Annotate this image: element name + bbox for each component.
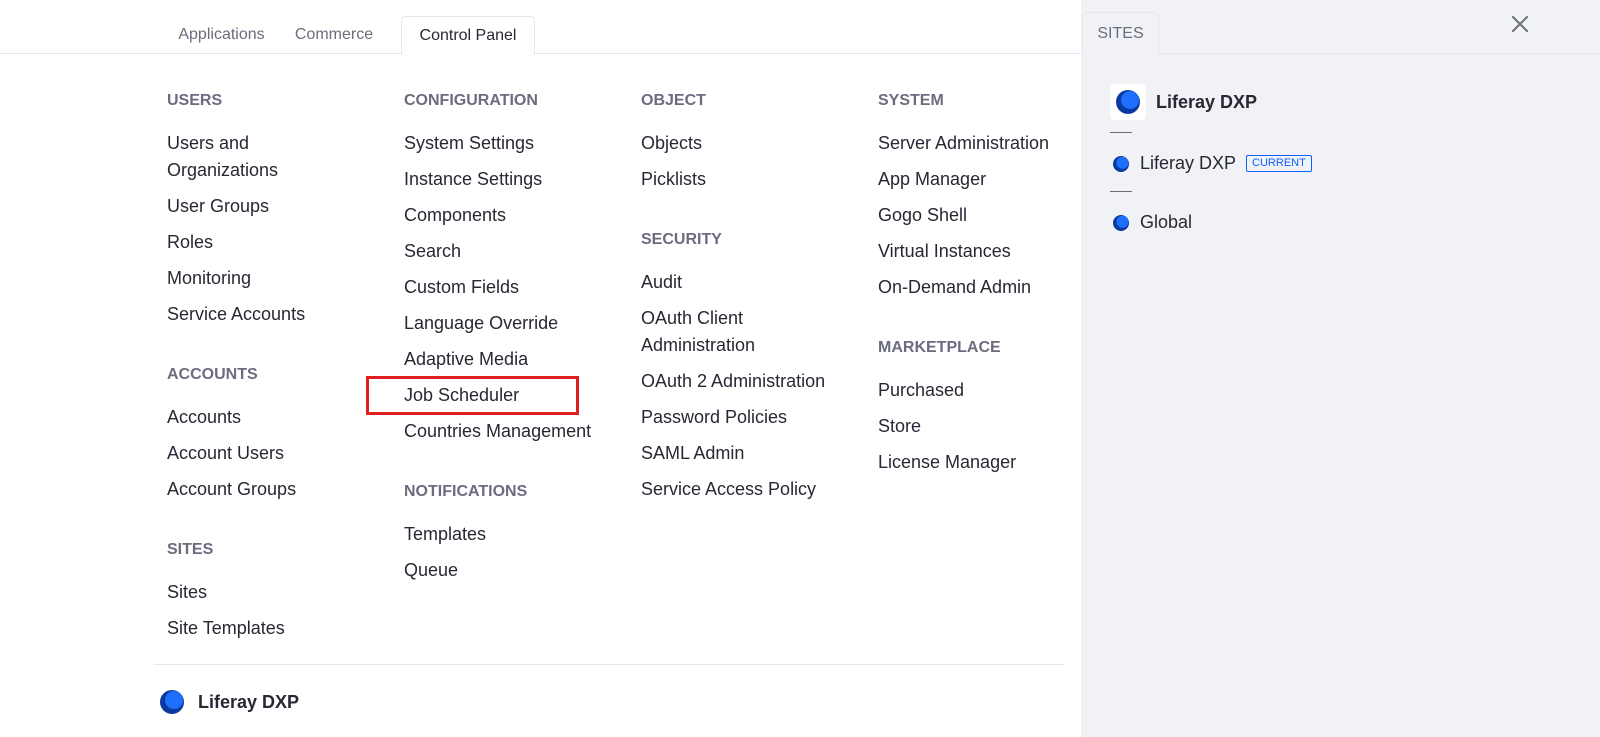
liferay-logo-icon [1112,214,1130,232]
tab-sites[interactable]: SITES [1082,12,1159,54]
column-configuration-notifications: CONFIGURATION System Settings Instance S… [404,89,624,593]
menu-item-store[interactable]: Store [878,413,1098,440]
menu-item-virtual-instances[interactable]: Virtual Instances [878,238,1098,265]
menu-item-roles[interactable]: Roles [167,229,387,256]
section-title-object: OBJECT [641,92,706,109]
menu-item-accounts[interactable]: Accounts [167,404,387,431]
section-title-configuration: CONFIGURATION [404,92,538,109]
menu-item-components[interactable]: Components [404,202,624,229]
menu-item-language-override[interactable]: Language Override [404,310,624,337]
separator-dash [1110,132,1132,133]
menu-item-gogo-shell[interactable]: Gogo Shell [878,202,1098,229]
menu-item-password-policies[interactable]: Password Policies [641,404,861,431]
footer-site[interactable]: Liferay DXP [158,688,299,716]
section-title-system: SYSTEM [878,92,944,109]
menu-item-monitoring[interactable]: Monitoring [167,265,387,292]
menu-item-saml-admin[interactable]: SAML Admin [641,440,861,467]
liferay-logo-icon [158,688,186,716]
menu-item-service-access-policy[interactable]: Service Access Policy [641,476,861,503]
menu-item-user-groups[interactable]: User Groups [167,193,387,220]
close-icon[interactable] [1508,12,1532,36]
site-item-name: Global [1140,212,1193,232]
menu-item-site-templates[interactable]: Site Templates [167,615,387,642]
menu-item-queue[interactable]: Queue [404,557,624,584]
menu-item-account-users[interactable]: Account Users [167,440,387,467]
current-site-name: Liferay DXP [1156,91,1258,112]
menu-item-instance-settings[interactable]: Instance Settings [404,166,624,193]
site-item-liferay-dxp[interactable]: Liferay DXP CURRENT [1112,153,1312,174]
tab-control-panel[interactable]: Control Panel [401,16,535,55]
section-title-marketplace: MARKETPLACE [878,339,1001,356]
menu-item-account-groups[interactable]: Account Groups [167,476,387,503]
menu-item-license-manager[interactable]: License Manager [878,449,1098,476]
menu-item-sites[interactable]: Sites [167,579,387,606]
menu-item-objects[interactable]: Objects [641,130,861,157]
menu-item-custom-fields[interactable]: Custom Fields [404,274,624,301]
section-title-sites: SITES [167,541,214,558]
site-item-name: Liferay DXP [1140,153,1237,173]
menu-item-oauth-client-administration[interactable]: OAuth Client Administration [641,305,781,359]
menu-item-templates[interactable]: Templates [404,521,624,548]
tab-commerce[interactable]: Commerce [285,16,383,54]
menu-item-purchased[interactable]: Purchased [878,377,1098,404]
menu-item-service-accounts[interactable]: Service Accounts [167,301,387,328]
menu-item-system-settings[interactable]: System Settings [404,130,624,157]
section-title-accounts: ACCOUNTS [167,366,258,383]
column-users-accounts-sites: USERS Users and Organizations User Group… [167,89,387,651]
menu-item-on-demand-admin[interactable]: On-Demand Admin [878,274,1098,301]
menu-item-adaptive-media[interactable]: Adaptive Media [404,346,624,373]
menu-item-app-manager[interactable]: App Manager [878,166,1098,193]
section-title-users: USERS [167,92,223,109]
separator-dash [1110,191,1132,192]
menu-item-oauth-2-administration[interactable]: OAuth 2 Administration [641,368,861,395]
highlight-box [366,376,579,415]
footer-site-name: Liferay DXP [198,691,300,712]
menu-item-audit[interactable]: Audit [641,269,861,296]
menu-item-users-and-organizations[interactable]: Users and Organizations [167,130,342,184]
liferay-logo-icon [1112,155,1130,173]
liferay-logo-icon [1110,84,1146,120]
menu-item-picklists[interactable]: Picklists [641,166,861,193]
column-object-security: OBJECT Objects Picklists SECURITY Audit … [641,89,861,512]
section-title-security: SECURITY [641,231,722,248]
section-title-notifications: NOTIFICATIONS [404,483,528,500]
menu-item-search[interactable]: Search [404,238,624,265]
footer-divider [154,664,1065,665]
current-badge: CURRENT [1246,155,1312,172]
menu-item-countries-management[interactable]: Countries Management [404,418,624,445]
site-item-global[interactable]: Global [1112,212,1192,233]
menu-item-server-administration[interactable]: Server Administration [878,130,1098,157]
column-system-marketplace: SYSTEM Server Administration App Manager… [878,89,1098,485]
tab-applications[interactable]: Applications [160,16,283,54]
current-site-header: Liferay DXP [1110,84,1257,120]
